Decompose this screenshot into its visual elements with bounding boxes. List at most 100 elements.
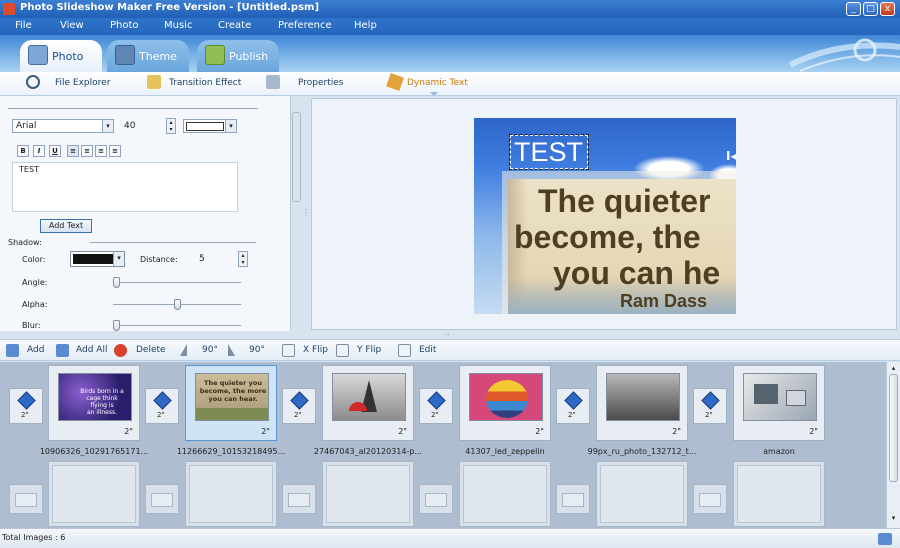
photo-filename: 27467043_al20120314-p... [313,447,423,456]
tab-theme[interactable]: Theme [107,40,189,72]
empty-transition-slot [282,484,316,514]
menu-view[interactable]: View [60,20,84,31]
transition-icon [701,391,720,410]
rotate-left-icon [180,344,187,356]
close-button[interactable]: x [880,2,895,16]
angle-slider-track [113,282,241,283]
gallery-scrollbar[interactable]: ▴ ▾ [886,362,900,528]
photo-card[interactable]: 2" [596,365,688,441]
tab-photo[interactable]: Photo [20,40,102,72]
photo-gallery: 2" 2" 2" 2" 2" 2" Birds born in a cage th… [0,362,886,528]
transition-slot[interactable]: 2" [419,388,453,424]
photo-card[interactable]: 2" [459,365,551,441]
text-color-picker[interactable]: ▾ [183,119,237,133]
edit-button[interactable]: Edit [419,345,436,355]
transition-duration: 2" [21,411,29,419]
tab-publish[interactable]: Publish [197,40,279,72]
photo-card-selected[interactable]: The quieter you become, the more you can… [185,365,277,441]
italic-button[interactable]: I [33,145,45,157]
menu-photo[interactable]: Photo [110,20,139,31]
angle-slider-thumb[interactable] [113,277,120,288]
add-all-button[interactable]: Add All [76,345,107,355]
photo-card[interactable]: 2" [733,365,825,441]
minimize-button[interactable]: _ [846,2,861,16]
blur-slider-thumb[interactable] [113,320,120,331]
menu-music[interactable]: Music [164,20,192,31]
x-flip-button[interactable]: X Flip [303,345,328,355]
text-marker-icon: I◂ [726,149,736,163]
subtab-transition-effect[interactable]: Transition Effect [169,78,241,88]
window-title: Photo Slideshow Maker Free Version - [Un… [20,2,320,13]
font-size-field[interactable]: 40 [120,119,166,133]
preview-canvas[interactable]: The quieter become, the you can he Ram D… [474,118,736,314]
align-left-button[interactable]: ≡ [67,145,79,157]
add-text-button[interactable]: Add Text [40,219,92,233]
transition-icon [17,391,36,410]
photo-duration: 2" [535,427,544,436]
quote-card: The quieter become, the you can he Ram D… [508,179,736,314]
distance-value: 5 [199,254,205,264]
transition-slot[interactable]: 2" [556,388,590,424]
font-size-spinner[interactable]: ▴ ▾ [166,118,176,134]
add-all-icon [56,344,69,357]
align-center-button[interactable]: ≡ [81,145,93,157]
bold-button[interactable]: B [17,145,29,157]
photo-thumbnail [743,373,817,421]
maximize-button[interactable]: □ [863,2,878,16]
text-input-area[interactable]: TEST [12,162,238,212]
add-icon [6,344,19,357]
thumbnail-caption: The quieter you become, the more you can… [199,379,267,403]
tab-publish-label: Publish [229,50,269,63]
quote-line-2: become, the [514,219,701,255]
rotate-right-button[interactable]: 90° [249,345,265,355]
app-icon [3,3,15,15]
angle-label: Angle: [22,278,48,287]
font-select-value: Arial [16,121,37,131]
menu-create[interactable]: Create [218,20,251,31]
rotate-left-button[interactable]: 90° [202,345,218,355]
scrollbar-thumb[interactable] [889,374,898,482]
quote-text: The quieter become, the you can he [508,183,736,291]
distance-field[interactable]: 5 [195,252,237,266]
status-bar: Total Images : 6 [0,528,900,548]
photo-card[interactable]: Birds born in a cage think flying is an il… [48,365,140,441]
transition-icon [427,391,446,410]
photo-thumbnail [332,373,406,421]
empty-transition-slot [419,484,453,514]
preview-pane: The quieter become, the you can he Ram D… [311,98,897,330]
transition-slot[interactable]: 2" [693,388,727,424]
subtab-file-explorer[interactable]: File Explorer [55,78,110,88]
align-justify-button[interactable]: ≡ [109,145,121,157]
transition-slot[interactable]: 2" [145,388,179,424]
menu-preference[interactable]: Preference [278,20,332,31]
photo-card[interactable]: 2" [322,365,414,441]
scroll-down-icon[interactable]: ▾ [889,514,898,523]
horizontal-splitter-handle[interactable]: ·· [445,331,455,339]
delete-button[interactable]: Delete [136,345,166,355]
left-panel-scrollbar[interactable] [292,112,301,202]
photo-filename: amazon [763,447,795,456]
menu-help[interactable]: Help [354,20,377,31]
transition-slot[interactable]: 2" [9,388,43,424]
font-size-value: 40 [124,121,136,131]
transition-duration: 2" [294,411,302,419]
align-right-button[interactable]: ≡ [95,145,107,157]
photo-filename: 11266629_10153218495... [176,447,286,456]
shadow-color-picker[interactable]: ▾ [70,251,125,267]
subtab-properties[interactable]: Properties [298,78,343,88]
splitter-handle[interactable]: ⋮ [302,208,310,220]
menu-file[interactable]: File [15,20,32,31]
dynamic-text-overlay[interactable]: TEST [509,134,589,170]
alpha-slider-thumb[interactable] [174,299,181,310]
magnifier-icon [26,75,40,89]
edit-icon [398,344,411,357]
photo-duration: 2" [261,427,270,436]
distance-spinner[interactable]: ▴ ▾ [238,251,248,267]
transition-slot[interactable]: 2" [282,388,316,424]
scroll-up-icon[interactable]: ▴ [889,364,898,373]
y-flip-button[interactable]: Y Flip [357,345,381,355]
subtab-dynamic-text[interactable]: Dynamic Text [407,78,468,88]
underline-button[interactable]: U [49,145,61,157]
add-button[interactable]: Add [27,345,44,355]
font-select[interactable]: Arial ▾ [12,119,114,133]
